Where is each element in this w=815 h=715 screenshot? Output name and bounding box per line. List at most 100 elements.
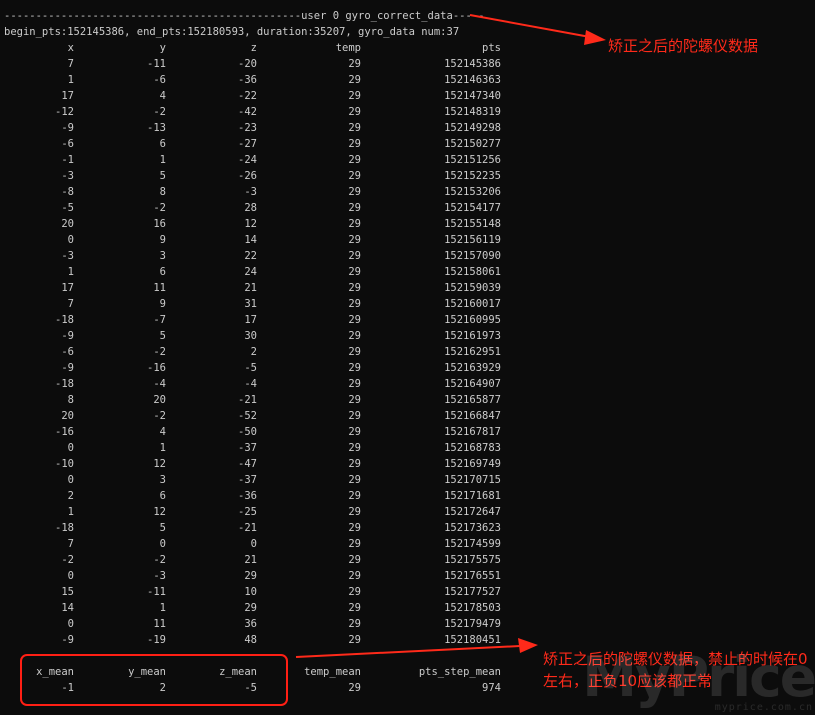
pts-value: 152162951	[444, 346, 501, 358]
gyro-data-row: 20 16 12 29 152155148	[0, 216, 520, 232]
z-value: 48	[244, 634, 257, 646]
gyro-data-row: 15 -11 10 29 152177527	[0, 584, 520, 600]
pts-value: 152149298	[444, 122, 501, 134]
pts-value: 152158061	[444, 266, 501, 278]
column-pts: pts	[482, 42, 501, 54]
pts-value: 152178503	[444, 602, 501, 614]
y-value: -6	[153, 74, 166, 86]
x-value: 14	[61, 602, 74, 614]
pts-step-mean-label: pts_step_mean	[418, 666, 501, 678]
x-value: -9	[61, 362, 74, 374]
column-temp: temp	[335, 42, 361, 54]
temp-value: 29	[348, 362, 361, 374]
pts-value: 152172647	[444, 506, 501, 518]
z-value: 31	[244, 298, 257, 310]
pts-value: 152168783	[444, 442, 501, 454]
temp-value: 29	[348, 538, 361, 550]
x-value: -6	[61, 138, 74, 150]
gyro-data-row: -18 -7 17 29 152160995	[0, 312, 520, 328]
temp-value: 29	[348, 346, 361, 358]
x-value: 7	[67, 538, 74, 550]
y-value: -11	[147, 586, 166, 598]
y-value: -13	[147, 122, 166, 134]
gyro-data-row: -5 -2 28 29 152154177	[0, 200, 520, 216]
gyro-data-row: 14 1 29 29 152178503	[0, 600, 520, 616]
y-value: 1	[159, 154, 166, 166]
pts-value: 152161973	[444, 330, 501, 342]
temp-value: 29	[348, 234, 361, 246]
temp-value: 29	[348, 282, 361, 294]
y-value: -2	[153, 410, 166, 422]
y-value: -11	[147, 58, 166, 70]
y-value: -19	[147, 634, 166, 646]
z-value: 36	[244, 618, 257, 630]
x-value: -6	[61, 346, 74, 358]
temp-value: 29	[348, 202, 361, 214]
pts-value: 152167817	[444, 426, 501, 438]
x-value: 7	[67, 58, 74, 70]
y-value: 12	[153, 458, 166, 470]
temp-value: 29	[348, 170, 361, 182]
y-value: -2	[153, 346, 166, 358]
x-value: -8	[61, 186, 74, 198]
y-value: 5	[159, 170, 166, 182]
y-value: -4	[153, 378, 166, 390]
gyro-data-row: -3 5 -26 29 152152235	[0, 168, 520, 184]
temp-value: 29	[348, 378, 361, 390]
gyro-data-row: 0 9 14 29 152156119	[0, 232, 520, 248]
gyro-data-row: -9 -13 -23 29 152149298	[0, 120, 520, 136]
gyro-data-row: 0 11 36 29 152179479	[0, 616, 520, 632]
z-value: 24	[244, 266, 257, 278]
temp-value: 29	[348, 634, 361, 646]
z-value: -4	[244, 378, 257, 390]
top-arrow-line	[469, 14, 591, 38]
gyro-data-row: 1 -6 -36 29 152146363	[0, 72, 520, 88]
temp-value: 29	[348, 442, 361, 454]
gyro-data-row: 7 0 0 29 152174599	[0, 536, 520, 552]
pts-value: 152174599	[444, 538, 501, 550]
pts-value: 152175575	[444, 554, 501, 566]
gyro-data-row: -8 8 -3 29 152153206	[0, 184, 520, 200]
z-value: -36	[238, 74, 257, 86]
gyro-data-row: 8 20 -21 29 152165877	[0, 392, 520, 408]
z-value: -21	[238, 394, 257, 406]
temp-value: 29	[348, 266, 361, 278]
x-value: -16	[55, 426, 74, 438]
gyro-data-row: -18 -4 -4 29 152164907	[0, 376, 520, 392]
z-value: -24	[238, 154, 257, 166]
pts-value: 152151256	[444, 154, 501, 166]
x-value: 20	[61, 218, 74, 230]
gyro-data-row: -1 1 -24 29 152151256	[0, 152, 520, 168]
gyro-data-row: 17 4 -22 29 152147340	[0, 88, 520, 104]
gyro-data-row: -9 -16 -5 29 152163929	[0, 360, 520, 376]
terminal-window: ----------------------------------------…	[0, 0, 815, 715]
x-value: -9	[61, 634, 74, 646]
z-value: -21	[238, 522, 257, 534]
temp-value: 29	[348, 490, 361, 502]
gyro-data-row: 1 6 24 29 152158061	[0, 264, 520, 280]
x-value: 8	[67, 394, 74, 406]
z-value: 12	[244, 218, 257, 230]
gyro-data-row: 1 12 -25 29 152172647	[0, 504, 520, 520]
z-value: 28	[244, 202, 257, 214]
y-value: 5	[159, 522, 166, 534]
y-value: 1	[159, 602, 166, 614]
y-value: -7	[153, 314, 166, 326]
z-value: 29	[244, 602, 257, 614]
temp-value: 29	[348, 218, 361, 230]
pts-value: 152148319	[444, 106, 501, 118]
pts-value: 152163929	[444, 362, 501, 374]
temp-value: 29	[348, 122, 361, 134]
z-value: -37	[238, 474, 257, 486]
temp-value: 29	[348, 90, 361, 102]
gyro-data-row: 0 1 -37 29 152168783	[0, 440, 520, 456]
gyro-data-row: 7 9 31 29 152160017	[0, 296, 520, 312]
temp-value: 29	[348, 74, 361, 86]
temp-value: 29	[348, 570, 361, 582]
gyro-data-row: -3 3 22 29 152157090	[0, 248, 520, 264]
y-value: 16	[153, 218, 166, 230]
bottom-arrow-head	[518, 638, 538, 653]
temp-value: 29	[348, 154, 361, 166]
temp-value: 29	[348, 618, 361, 630]
y-value: -16	[147, 362, 166, 374]
